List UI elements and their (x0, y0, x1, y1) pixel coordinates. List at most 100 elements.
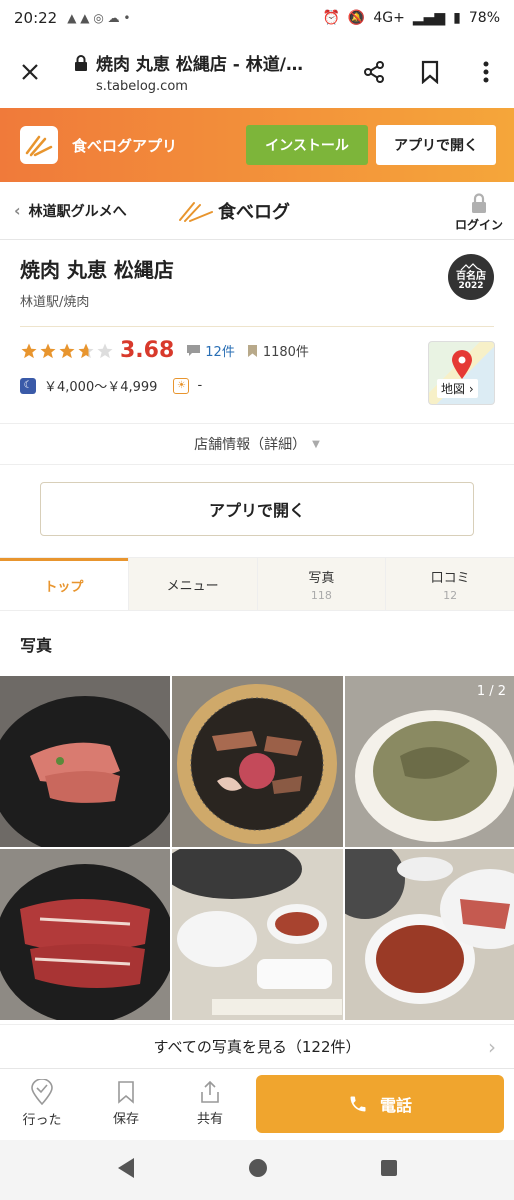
save-button[interactable]: 保存 (84, 1080, 168, 1127)
map-thumbnail[interactable]: 地図 › (428, 341, 495, 405)
review-count: 12件 (205, 345, 235, 360)
back-to-area-link[interactable]: ‹ 林道駅グルメへ (0, 201, 178, 221)
chevron-right-icon: › (488, 1034, 496, 1059)
lunch-price: - (197, 378, 203, 393)
dinner-price: ￥4,000〜￥4,999 (44, 380, 158, 395)
share-upload-icon (201, 1080, 219, 1103)
rating-row: 3.68 12件 1180件 (20, 338, 309, 363)
open-in-app-main-button[interactable]: アプリで開く (40, 482, 474, 536)
photo-counter: 1 / 2 (476, 684, 506, 699)
lock-icon (472, 192, 486, 213)
home-circle-icon (249, 1159, 267, 1177)
phone-icon (350, 1096, 366, 1111)
chevron-left-icon: ‹ (14, 201, 21, 220)
chevron-down-icon: ▼ (312, 438, 320, 450)
nav-back-button[interactable] (116, 1157, 136, 1183)
save-count-value: 1180件 (262, 345, 309, 360)
dinner-moon-icon: ☾ (20, 377, 36, 394)
page-title: 焼肉 丸恵 松縄店 - 林道/… (96, 55, 303, 75)
photo-sauce-and-meat (345, 849, 514, 1020)
rating-stars (20, 342, 114, 360)
price-row: ☾ ￥4,000〜￥4,999 ☀ - (20, 376, 202, 395)
nav-recents-button[interactable] (380, 1159, 398, 1181)
recents-square-icon (381, 1160, 397, 1176)
visited-label: 行った (22, 1113, 62, 1128)
tab-count: 118 (310, 588, 332, 602)
comment-icon (187, 345, 201, 356)
battery-icon: ▮ (453, 10, 461, 26)
app-name: 食べログアプリ (72, 136, 178, 155)
see-all-photos-link[interactable]: すべての写真を見る（122件） › (0, 1024, 514, 1068)
restaurant-area-genre: 林道駅/焼肉 (20, 295, 90, 310)
share-label: 共有 (196, 1112, 223, 1127)
alarm-icon: ⏰ (322, 10, 340, 26)
visited-button[interactable]: 行った (0, 1079, 84, 1128)
tab-label: メニュー (166, 578, 219, 594)
badge-year: 2022 (458, 280, 484, 291)
hyakumeiten-badge[interactable]: 百名店 2022 (448, 254, 494, 300)
share-icon (364, 61, 384, 83)
map-pin-icon (452, 350, 472, 379)
status-time: 20:22 (14, 9, 58, 27)
divider (20, 326, 494, 327)
details-label: 店舗情報（詳細） (194, 437, 307, 453)
mountain-icon (460, 262, 482, 271)
empty-star-icon (97, 343, 113, 358)
system-nav-bar (0, 1140, 514, 1200)
photo-thumbnail[interactable]: 1 / 2 (345, 676, 514, 847)
tab-top[interactable]: トップ (0, 558, 128, 610)
call-label: 電話 (379, 1095, 412, 1115)
tab-count: 12 (443, 588, 458, 602)
page-url: s.tabelog.com (96, 79, 188, 94)
bookmark-page-button[interactable] (402, 36, 458, 108)
photo-marbled-beef (0, 849, 170, 1020)
share-page-button[interactable] (346, 36, 402, 108)
network-label: 4G+ (373, 10, 405, 26)
install-button[interactable]: インストール (246, 125, 368, 165)
logo-chopsticks-icon (179, 201, 213, 222)
tab-reviews[interactable]: 口コミ 12 (385, 558, 514, 610)
bookmark-icon (421, 60, 439, 84)
tab-menu[interactable]: メニュー (127, 558, 257, 610)
store-details-toggle[interactable]: 店舗情報（詳細） ▼ (0, 423, 514, 465)
lock-icon (75, 54, 87, 71)
review-count-link[interactable]: 12件 (186, 341, 235, 360)
browser-menu-button[interactable] (458, 36, 514, 108)
login-button[interactable]: ログイン (444, 189, 514, 233)
tab-label: 口コミ (430, 570, 470, 586)
share-button[interactable]: 共有 (168, 1080, 252, 1127)
star-icon (59, 343, 75, 358)
photo-thumbnail[interactable] (172, 849, 343, 1020)
mute-icon: 🔕 (347, 10, 366, 26)
call-button[interactable]: 電話 (256, 1074, 504, 1133)
lunch-sun-icon: ☀ (173, 377, 190, 394)
site-logo[interactable]: 食べログ (178, 198, 290, 224)
tab-bar: トップ メニュー 写真 118 口コミ 12 (0, 557, 514, 611)
photos-heading: 写真 (20, 636, 53, 655)
photo-meat-plate (0, 676, 170, 847)
save-count: 1180件 (247, 341, 309, 360)
photo-thumbnail[interactable] (0, 849, 170, 1020)
badge-label: 百名店 (456, 270, 486, 282)
photo-thumbnail[interactable] (172, 676, 343, 847)
half-star-icon (78, 343, 94, 358)
url-area[interactable]: 焼肉 丸恵 松縄店 - 林道/… s.tabelog.com (60, 50, 346, 94)
rating-score: 3.68 (120, 338, 175, 363)
signal-icon: ▂▄▆ (412, 10, 446, 26)
nav-home-button[interactable] (248, 1158, 268, 1182)
photo-thumbnail[interactable] (0, 676, 170, 847)
notification-icon: ▲ ▲ ◎ ☁ • (67, 11, 131, 25)
tab-label: トップ (44, 580, 84, 595)
back-triangle-icon (118, 1158, 134, 1178)
status-bar: 20:22 ▲ ▲ ◎ ☁ • ⏰ 🔕 4G+ ▂▄▆ ▮ 78% (0, 0, 514, 36)
tab-photos[interactable]: 写真 118 (256, 558, 386, 610)
photo-grill (172, 676, 343, 847)
bookmark-icon (247, 344, 257, 357)
visited-pin-icon (31, 1079, 53, 1105)
close-tab-button[interactable] (0, 36, 60, 108)
site-header: ‹ 林道駅グルメへ 食べログ ログイン (0, 182, 514, 240)
restaurant-name: 焼肉 丸恵 松縄店 (20, 258, 174, 282)
open-in-app-button[interactable]: アプリで開く (376, 125, 496, 165)
app-logo-icon (20, 126, 58, 164)
photo-thumbnail[interactable] (345, 849, 514, 1020)
